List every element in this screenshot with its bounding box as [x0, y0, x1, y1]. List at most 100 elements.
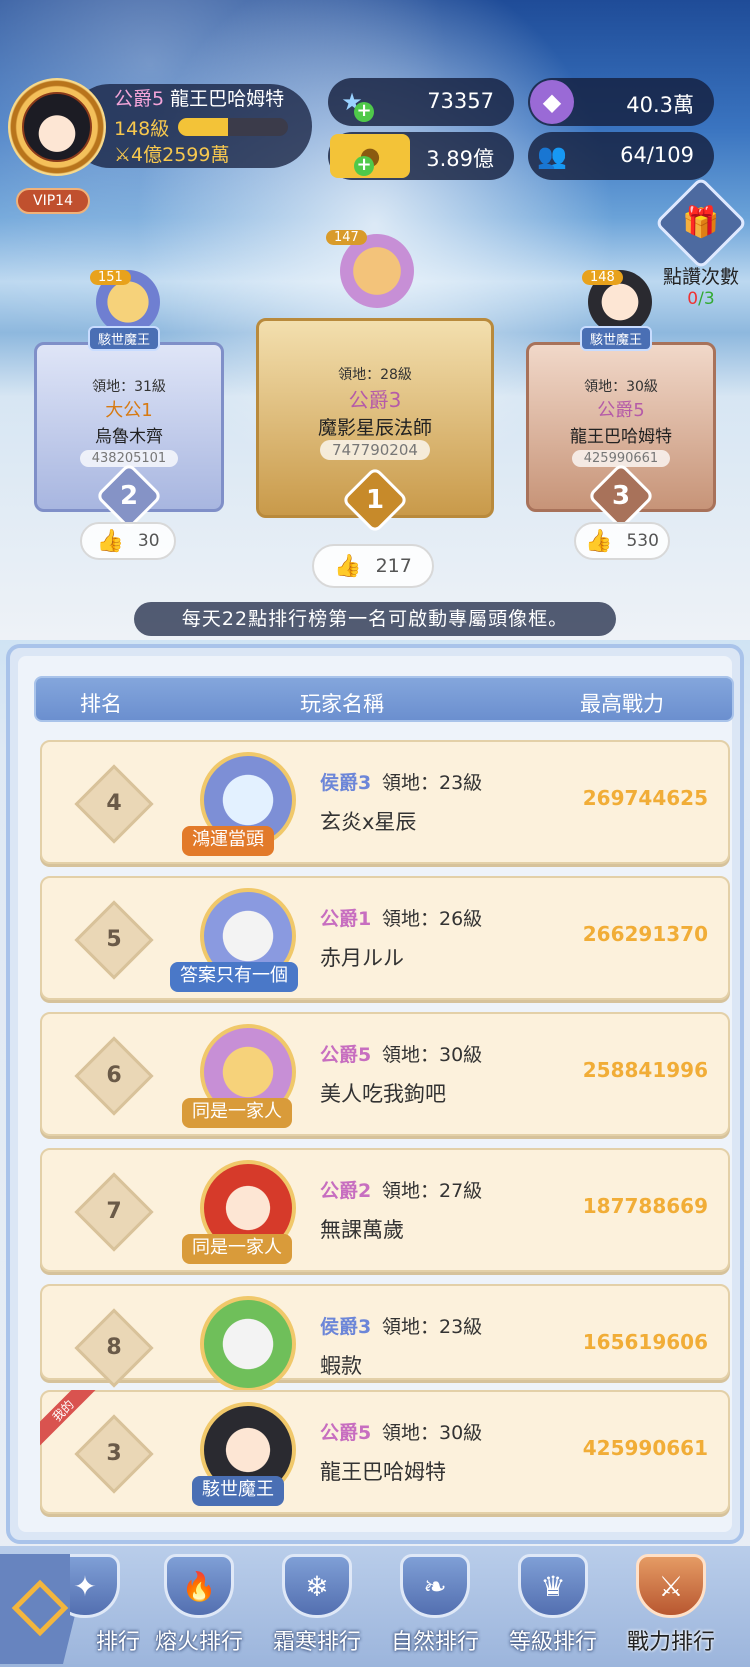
territory-level: 領地：27級	[382, 1180, 483, 1202]
avatar-frame-label: 答案只有一個	[170, 962, 298, 992]
player-name: 蝦款	[320, 1354, 362, 1378]
podium-third[interactable]: 148 駭世魔王 領地：30級 公爵5 龍王巴哈姆特 425990661 3	[526, 262, 716, 530]
player-name: 龍王巴哈姆特	[320, 1460, 446, 1484]
player-profile[interactable]: 公爵5 龍王巴哈姆特 148級 ⚔4億2599萬	[8, 78, 312, 176]
rank-title: 公爵5	[320, 1422, 372, 1444]
gem-resource[interactable]: ◆ 40.3萬	[528, 78, 714, 126]
podium-first[interactable]: 147 領地：28級 公爵3 魔影星辰法師 747790204 1	[256, 228, 494, 534]
tab-level-ranking[interactable]: ♛ 等級排行	[498, 1552, 608, 1662]
members-icon: 👥	[537, 142, 567, 170]
player-power: 187788669	[582, 1194, 708, 1218]
podium-name: 魔影星辰法師	[317, 417, 432, 439]
tab-label: 霜寒排行	[272, 1630, 361, 1655]
crest-icon: ✦	[70, 1554, 120, 1618]
thumbs-up-icon: 👍	[96, 528, 124, 554]
thumbs-up-icon: 👍	[585, 528, 613, 554]
podium-name: 龍王巴哈姆特	[570, 427, 672, 447]
podium-power: 747790204	[320, 440, 430, 460]
tab-label: 熔火排行	[154, 1630, 243, 1655]
tab-fire-ranking[interactable]: 🔥 熔火排行	[144, 1552, 254, 1662]
gift-icon[interactable]: 🎁	[654, 176, 748, 270]
table-row[interactable]: 8 侯爵3 領地：23級 蝦款 165619606	[40, 1284, 730, 1392]
crystal-resource[interactable]: ★ + 73357	[328, 78, 514, 126]
player-power-value: 4億2599萬	[131, 144, 230, 166]
player-power: 258841996	[582, 1058, 708, 1082]
player-rank-title: 公爵5	[114, 88, 165, 110]
ranking-panel: 排名 玩家名稱 最高戰力 4 鴻運當頭 侯爵3 領地：23級 玄炎x星辰 269…	[6, 644, 744, 1544]
swords-icon: ⚔	[114, 144, 132, 166]
diamond-logo-icon	[11, 1579, 69, 1637]
podium-level: 151	[90, 270, 131, 285]
podium-title-badge: 駭世魔王	[580, 326, 653, 351]
player-name: 玄炎x星辰	[320, 810, 417, 834]
gem-icon: ◆	[530, 80, 574, 124]
tab-ranking[interactable]: ✦ 排行	[70, 1552, 140, 1662]
rank-diamond: 7	[74, 1172, 154, 1252]
territory-level: 領地：30級	[382, 1422, 483, 1444]
table-row[interactable]: 6 同是一家人 公爵5 領地：30級 美人吃我鉤吧 258841996	[40, 1012, 730, 1136]
territory-level: 領地：26級	[382, 908, 483, 930]
podium-name: 烏魯木齊	[95, 427, 163, 447]
leaf-icon: ❧	[400, 1554, 470, 1618]
thumbs-up-icon: 👍	[334, 553, 362, 579]
gold-value: 3.89億	[426, 147, 494, 171]
rank-reward-banner: 每天22點排行榜第一名可啟動專屬頭像框。	[134, 602, 616, 636]
player-power: 165619606	[582, 1330, 708, 1354]
tab-label: 等級排行	[508, 1630, 597, 1655]
podium-territory: 領地：31級	[92, 379, 166, 395]
player-name: 無課萬歲	[320, 1218, 404, 1242]
tab-frost-ranking[interactable]: ❄ 霜寒排行	[262, 1552, 372, 1662]
player-avatar[interactable]	[200, 1296, 296, 1392]
player-power: ⚔4億2599萬	[114, 140, 230, 167]
members-resource[interactable]: 👥 64/109	[528, 132, 714, 180]
rank-title: 公爵1	[320, 908, 372, 930]
rank-diamond: 5	[74, 900, 154, 980]
player-level: 148級	[114, 118, 170, 140]
avatar-frame-label: 同是一家人	[182, 1098, 292, 1128]
like-count: 530	[626, 531, 659, 551]
add-crystal-icon[interactable]: +	[354, 102, 374, 122]
crossed-swords-icon: ⚔	[636, 1554, 706, 1618]
avatar-frame-label: 同是一家人	[182, 1234, 292, 1264]
tab-label: 排行	[95, 1630, 140, 1655]
exp-bar-fill	[178, 118, 228, 136]
header-power: 最高戰力	[580, 692, 664, 716]
like-count: 30	[137, 531, 160, 551]
player-power: 269744625	[582, 786, 708, 810]
crystal-value: 73357	[427, 89, 494, 113]
rank-title: 公爵2	[320, 1180, 372, 1202]
like-button-first[interactable]: 👍 217	[312, 544, 434, 588]
podium-level: 147	[326, 230, 367, 245]
tab-power-ranking[interactable]: ⚔ 戰力排行	[616, 1552, 726, 1662]
territory-level: 領地：30級	[382, 1044, 483, 1066]
player-name: 龍王巴哈姆特	[170, 88, 285, 110]
crown-icon: ♛	[518, 1554, 588, 1618]
podium-territory: 領地：28級	[338, 367, 412, 383]
tab-nature-ranking[interactable]: ❧ 自然排行	[380, 1552, 490, 1662]
podium-title-badge: 駭世魔王	[88, 326, 161, 351]
table-row[interactable]: 4 鴻運當頭 侯爵3 領地：23級 玄炎x星辰 269744625	[40, 740, 730, 864]
rank-title: 侯爵3	[320, 772, 372, 794]
tab-label: 自然排行	[390, 1630, 479, 1655]
vip-badge[interactable]: VIP14	[16, 188, 90, 214]
gem-value: 40.3萬	[626, 93, 694, 117]
podium-avatar	[340, 234, 414, 308]
rank-diamond: 6	[74, 1036, 154, 1116]
gold-resource[interactable]: ● + 3.89億	[328, 132, 514, 180]
add-gold-icon[interactable]: +	[354, 156, 374, 176]
podium-territory: 領地：30級	[584, 379, 658, 395]
my-rank-row[interactable]: 我的 3 駭世魔王 公爵5 領地：30級 龍王巴哈姆特 425990661	[40, 1390, 730, 1514]
like-button-second[interactable]: 👍 30	[80, 522, 176, 560]
mine-tag: 我的	[40, 1390, 96, 1446]
podium-second[interactable]: 151 駭世魔王 領地：31級 大公1 烏魯木齊 438205101 2	[34, 262, 224, 530]
player-avatar[interactable]	[8, 78, 106, 176]
rank-diamond: 4	[74, 764, 154, 844]
tab-label: 戰力排行	[626, 1630, 715, 1655]
table-row[interactable]: 5 答案只有一個 公爵1 領地：26級 赤月ルル 266291370	[40, 876, 730, 1000]
podium-rank-title: 公爵3	[348, 388, 402, 412]
like-button-third[interactable]: 👍 530	[574, 522, 670, 560]
avatar-frame-label: 鴻運當頭	[182, 826, 274, 856]
table-row[interactable]: 7 同是一家人 公爵2 領地：27級 無課萬歲 187788669	[40, 1148, 730, 1272]
player-name: 美人吃我鉤吧	[320, 1082, 446, 1106]
members-value: 64/109	[620, 143, 694, 167]
